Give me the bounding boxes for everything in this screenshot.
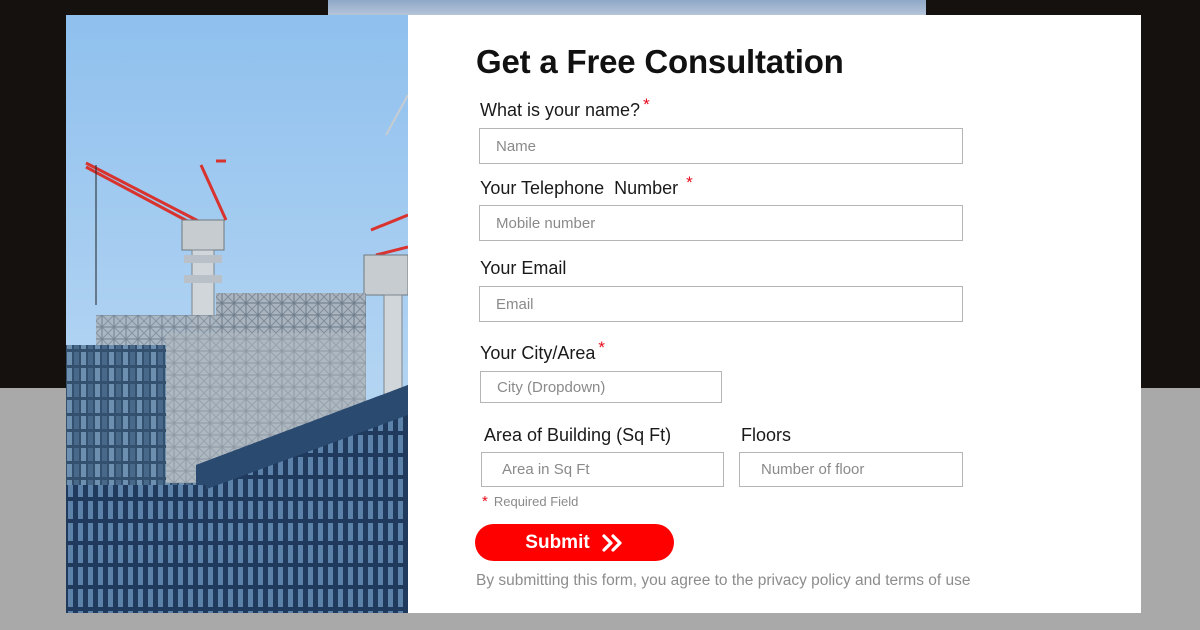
required-mark: * xyxy=(643,95,650,114)
email-label-text: Your Email xyxy=(480,258,567,278)
floors-label: Floors xyxy=(741,425,791,446)
name-input[interactable] xyxy=(479,128,963,164)
area-label-text: Area of Building (Sq Ft) xyxy=(484,425,672,445)
backdrop-image-strip xyxy=(328,0,926,16)
city-label: Your City/Area * xyxy=(480,338,605,364)
area-label: Area of Building (Sq Ft) xyxy=(484,425,671,446)
form-title: Get a Free Consultation xyxy=(476,43,844,80)
area-input[interactable] xyxy=(481,452,724,487)
phone-input[interactable] xyxy=(479,205,963,241)
city-label-text: Your City/Area xyxy=(480,343,596,363)
email-input[interactable] xyxy=(479,286,963,322)
submit-label: Submit xyxy=(525,531,590,553)
submit-button[interactable]: Submit xyxy=(475,524,674,561)
required-mark: * xyxy=(598,338,606,357)
email-label: Your Email xyxy=(480,258,566,279)
name-label: What is your name? * xyxy=(480,95,650,121)
name-label-text: What is your name? xyxy=(480,100,641,120)
city-dropdown[interactable] xyxy=(480,371,722,403)
required-mark: * xyxy=(686,173,693,192)
consultation-form: Get a Free Consultation What is your nam… xyxy=(408,15,1141,613)
phone-label-text: Your Telephone Number xyxy=(480,178,679,198)
phone-label: Your Telephone Number * xyxy=(480,173,693,199)
required-field-text: Required Field xyxy=(493,494,579,509)
double-chevron-right-icon xyxy=(602,533,624,552)
construction-photo xyxy=(66,15,408,613)
floors-label-text: Floors xyxy=(741,425,792,445)
floors-input[interactable] xyxy=(739,452,963,487)
privacy-disclaimer: By submitting this form, you agree to th… xyxy=(476,572,971,589)
consultation-modal: Get a Free Consultation What is your nam… xyxy=(66,15,1141,613)
required-field-note: * Required Field xyxy=(482,493,578,510)
required-mark: * xyxy=(482,493,488,510)
